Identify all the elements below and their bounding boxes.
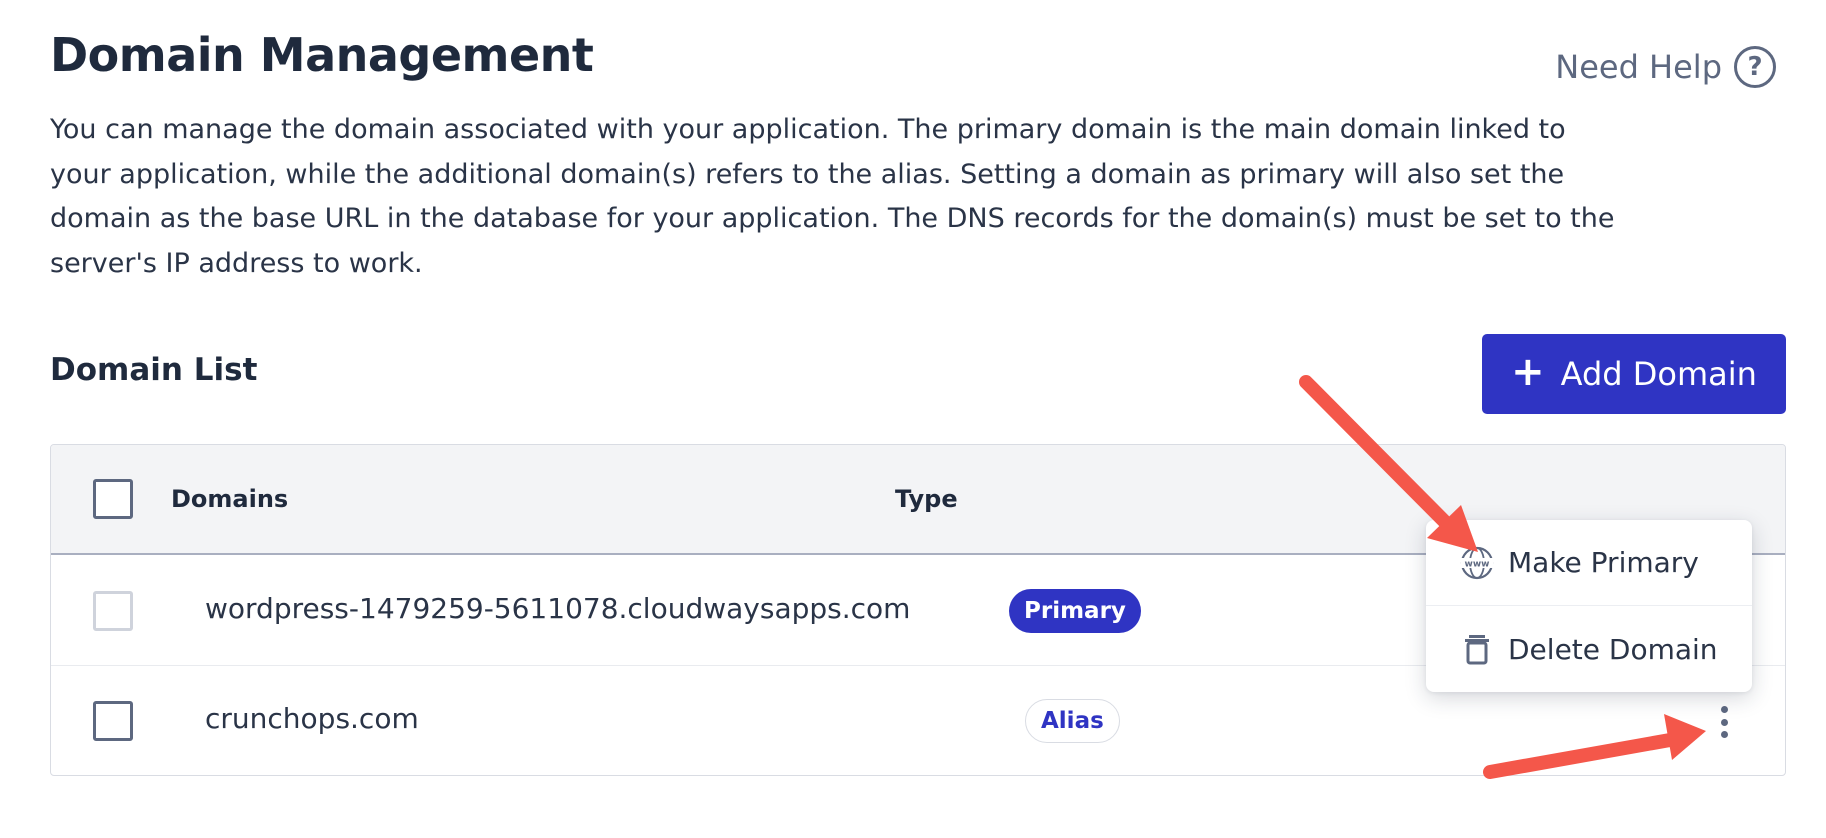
- column-header-domains: Domains: [171, 485, 289, 513]
- need-help-label: Need Help: [1555, 48, 1722, 86]
- question-circle-icon: ?: [1734, 46, 1776, 88]
- row-actions-kebab-icon[interactable]: [1712, 702, 1736, 742]
- row-checkbox[interactable]: [93, 591, 133, 631]
- delete-domain-label: Delete Domain: [1508, 632, 1718, 666]
- make-primary-label: Make Primary: [1508, 546, 1699, 579]
- page-description: You can manage the domain associated wit…: [50, 114, 1615, 279]
- domain-name: wordpress-1479259-5611078.cloudwaysapps.…: [205, 592, 911, 625]
- page-title: Domain Management: [50, 28, 594, 82]
- domain-list-title: Domain List: [50, 352, 258, 388]
- select-all-checkbox[interactable]: [93, 479, 133, 519]
- type-badge-primary: Primary: [1009, 589, 1141, 633]
- column-header-type: Type: [895, 485, 958, 513]
- plus-icon: +: [1511, 349, 1545, 395]
- add-domain-button[interactable]: + Add Domain: [1482, 334, 1786, 414]
- row-actions-menu: www Make Primary Delete Domain: [1426, 520, 1752, 692]
- trash-icon: [1465, 635, 1489, 665]
- www-globe-icon: www: [1460, 546, 1494, 579]
- make-primary-menu-item[interactable]: www Make Primary: [1426, 520, 1752, 606]
- svg-text:www: www: [1465, 559, 1490, 569]
- domain-name: crunchops.com: [205, 702, 419, 735]
- need-help-link[interactable]: Need Help ?: [1555, 46, 1776, 88]
- domain-management-page: Domain Management Need Help ? You can ma…: [0, 0, 1826, 838]
- add-domain-label: Add Domain: [1560, 355, 1757, 393]
- type-badge-alias: Alias: [1025, 699, 1120, 743]
- delete-domain-menu-item[interactable]: Delete Domain: [1426, 606, 1752, 692]
- row-checkbox[interactable]: [93, 701, 133, 741]
